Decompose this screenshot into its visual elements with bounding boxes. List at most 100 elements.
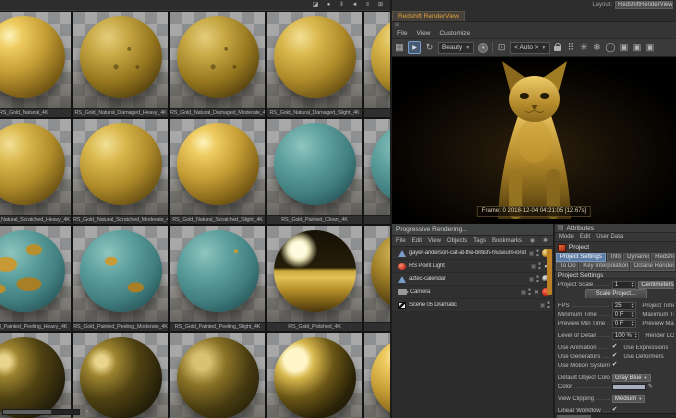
panel-c-icon[interactable]: ▣ <box>645 43 655 52</box>
lock-icon[interactable] <box>554 43 562 52</box>
back-arrow-icon[interactable]: ◄ <box>350 2 359 8</box>
spinner-down-icon[interactable]: ▼ <box>631 305 634 309</box>
material-tile[interactable]: RS_Gold_Natural_Scratched_Slight_4K <box>169 118 266 225</box>
tab-redshift-renderview[interactable]: Redshift RenderView <box>392 11 465 21</box>
value-dropdown[interactable]: Gray Blue ▼ <box>611 373 651 382</box>
region-icon[interactable]: ◯ <box>605 43 615 52</box>
value-spinner[interactable]: 100 % ▲ ▼ <box>611 331 640 340</box>
material-tile[interactable]: RS_Gold_Painted_Peeling_Moderate_4K <box>72 225 169 332</box>
spinner-down-icon[interactable]: ▼ <box>631 323 634 327</box>
spinner-arrows-icon[interactable]: ▲ ▼ <box>631 320 634 327</box>
material-tile[interactable]: RS_Gold_Painted_Clean_4K <box>266 118 363 225</box>
material-tile[interactable] <box>72 332 169 418</box>
camera-link-icon[interactable]: ✕ <box>534 289 539 296</box>
object-row[interactable]: RS Point Light✔ <box>392 260 553 273</box>
material-tile[interactable]: RS_Gold_Natural_Damaged_Moderate_4K <box>169 11 266 118</box>
grid-view-icon[interactable]: ⊞ <box>376 2 385 8</box>
spinner-arrows-icon[interactable]: ▲ ▼ <box>631 302 634 309</box>
unit-dropdown[interactable]: Centimeters▼ <box>638 280 674 289</box>
visibility-dots-icon[interactable] <box>546 301 550 309</box>
visibility-dots-icon[interactable] <box>535 275 539 283</box>
tab-key-interpolation[interactable]: Key Interpolation <box>579 262 629 271</box>
material-tile[interactable] <box>169 332 266 418</box>
gear-icon[interactable]: ✱ <box>541 238 550 244</box>
menu-edit[interactable]: Edit <box>412 238 422 244</box>
tab-to-do[interactable]: To Do <box>555 262 579 271</box>
tab-dynamics[interactable]: Dynamics <box>623 253 651 262</box>
attribute-object-row[interactable]: Project <box>554 242 676 253</box>
material-tile[interactable] <box>363 225 390 332</box>
render-canvas[interactable]: Frame: 0 2018-12-04 04:21:05 [12.67s] <box>392 57 676 224</box>
magnet-icon[interactable]: ◉ <box>528 238 537 244</box>
layer-square[interactable] <box>528 276 534 282</box>
checkbox-checked[interactable]: ✔ <box>612 353 617 360</box>
material-tile[interactable] <box>363 118 390 225</box>
material-tile[interactable]: RS_Gold_Natural_Scratched_Moderate_4K <box>72 118 169 225</box>
snowflake-icon[interactable]: ❄ <box>592 43 601 52</box>
value-spinner[interactable]: 25 ▲ ▼ <box>611 301 637 310</box>
panel-b-icon[interactable]: ▣ <box>632 43 642 52</box>
menu-mode[interactable]: Mode <box>559 234 574 240</box>
checkbox-checked[interactable]: ✔ <box>612 344 617 351</box>
menu-file[interactable]: File <box>397 30 407 37</box>
visibility-dots-icon[interactable] <box>537 262 541 270</box>
material-tile[interactable]: RS_Gold_Natural_Scratched_Heavy_4K <box>0 118 72 225</box>
color-swatch[interactable] <box>611 383 646 390</box>
layout-dropdown[interactable]: RedshiftRenderView <box>615 1 673 9</box>
object-toggles[interactable] <box>520 288 531 296</box>
material-tile[interactable]: RS_Gold_Painted_Peeling_Slight_4K <box>169 225 266 332</box>
layer-square[interactable] <box>539 302 545 308</box>
grid-icon[interactable]: ⠿ <box>566 43 575 52</box>
panel-a-icon[interactable]: ▣ <box>619 43 629 52</box>
object-row[interactable]: gayer-anderson-cat-at-the-british-museum… <box>392 247 553 260</box>
menu-view[interactable]: View <box>416 30 430 37</box>
tab-project-settings[interactable]: Project Settings <box>555 253 606 262</box>
shading-mode-icon[interactable]: ◪ <box>311 2 320 8</box>
render-all-icon[interactable]: ▦ <box>395 43 404 52</box>
object-row[interactable]: Camera ✕ <box>392 286 553 299</box>
menu-objects[interactable]: Objects <box>447 238 467 244</box>
object-row[interactable]: aztec-calendar <box>392 273 553 286</box>
value-dropdown[interactable]: Medium ▼ <box>611 394 646 403</box>
visibility-dots-icon[interactable] <box>535 249 539 257</box>
spinner-arrows-icon[interactable]: ▲ ▼ <box>631 311 634 318</box>
spinner-arrows-icon[interactable]: ▲ ▼ <box>631 281 634 288</box>
tab-octane-render[interactable]: Octane Render <box>629 262 675 271</box>
columns-icon[interactable]: ‖ <box>337 2 346 8</box>
checkbox-checked[interactable]: ✔ <box>612 362 617 369</box>
preview-size-slider-handle[interactable] <box>3 410 51 414</box>
value-spinner[interactable]: 1 ▲ ▼ <box>611 280 637 289</box>
material-tile[interactable] <box>363 11 390 118</box>
menu-customize[interactable]: Customize <box>439 30 470 37</box>
menu-tags[interactable]: Tags <box>473 238 486 244</box>
eyedropper-icon[interactable]: ✎ <box>648 383 653 390</box>
menu-user-data[interactable]: User Data <box>596 234 623 240</box>
spinner-down-icon[interactable]: ▼ <box>631 284 634 288</box>
pin-icon[interactable]: ● <box>324 2 333 8</box>
menu-view[interactable]: View <box>428 238 441 244</box>
sort-icon[interactable]: ≡ <box>363 2 372 8</box>
zoom-dropdown[interactable]: < Auto > ▼ <box>510 41 551 54</box>
material-tile[interactable] <box>266 332 363 418</box>
object-toggles[interactable] <box>528 275 539 283</box>
scale-project-button[interactable]: Scale Project... <box>584 289 648 298</box>
value-spinner[interactable]: 0 F ▲ ▼ <box>611 319 637 328</box>
aov-badge-icon[interactable]: ▼ <box>478 42 489 53</box>
tab-info[interactable]: Info <box>606 253 623 262</box>
layer-square[interactable] <box>520 289 526 295</box>
panel-handle-icon[interactable]: ⊞ <box>395 22 399 28</box>
menu-edit[interactable]: Edit <box>580 234 590 240</box>
visibility-dots-icon[interactable] <box>527 288 531 296</box>
material-tile[interactable]: RS_Gold_Polished_4K <box>266 225 363 332</box>
spinner-arrows-icon[interactable]: ▲ ▼ <box>634 332 637 338</box>
restart-icon[interactable]: ↻ <box>425 43 434 52</box>
menu-file[interactable]: File <box>396 238 406 244</box>
crop-icon[interactable]: ⊡ <box>497 43 506 52</box>
material-tile[interactable] <box>0 332 72 418</box>
object-row[interactable]: Scene 05 Dramatic <box>392 299 553 312</box>
ipr-play-button[interactable]: ▶ <box>408 41 421 54</box>
material-tile[interactable]: RS_Gold_Painted_Peeling_Heavy_4K <box>0 225 72 332</box>
spinner-down-icon[interactable]: ▼ <box>631 314 634 318</box>
material-tile[interactable]: RS_Gold_Natural_4K <box>0 11 72 118</box>
material-tile[interactable]: RS_Gold_Natural_Damaged_Slight_4K <box>266 11 363 118</box>
